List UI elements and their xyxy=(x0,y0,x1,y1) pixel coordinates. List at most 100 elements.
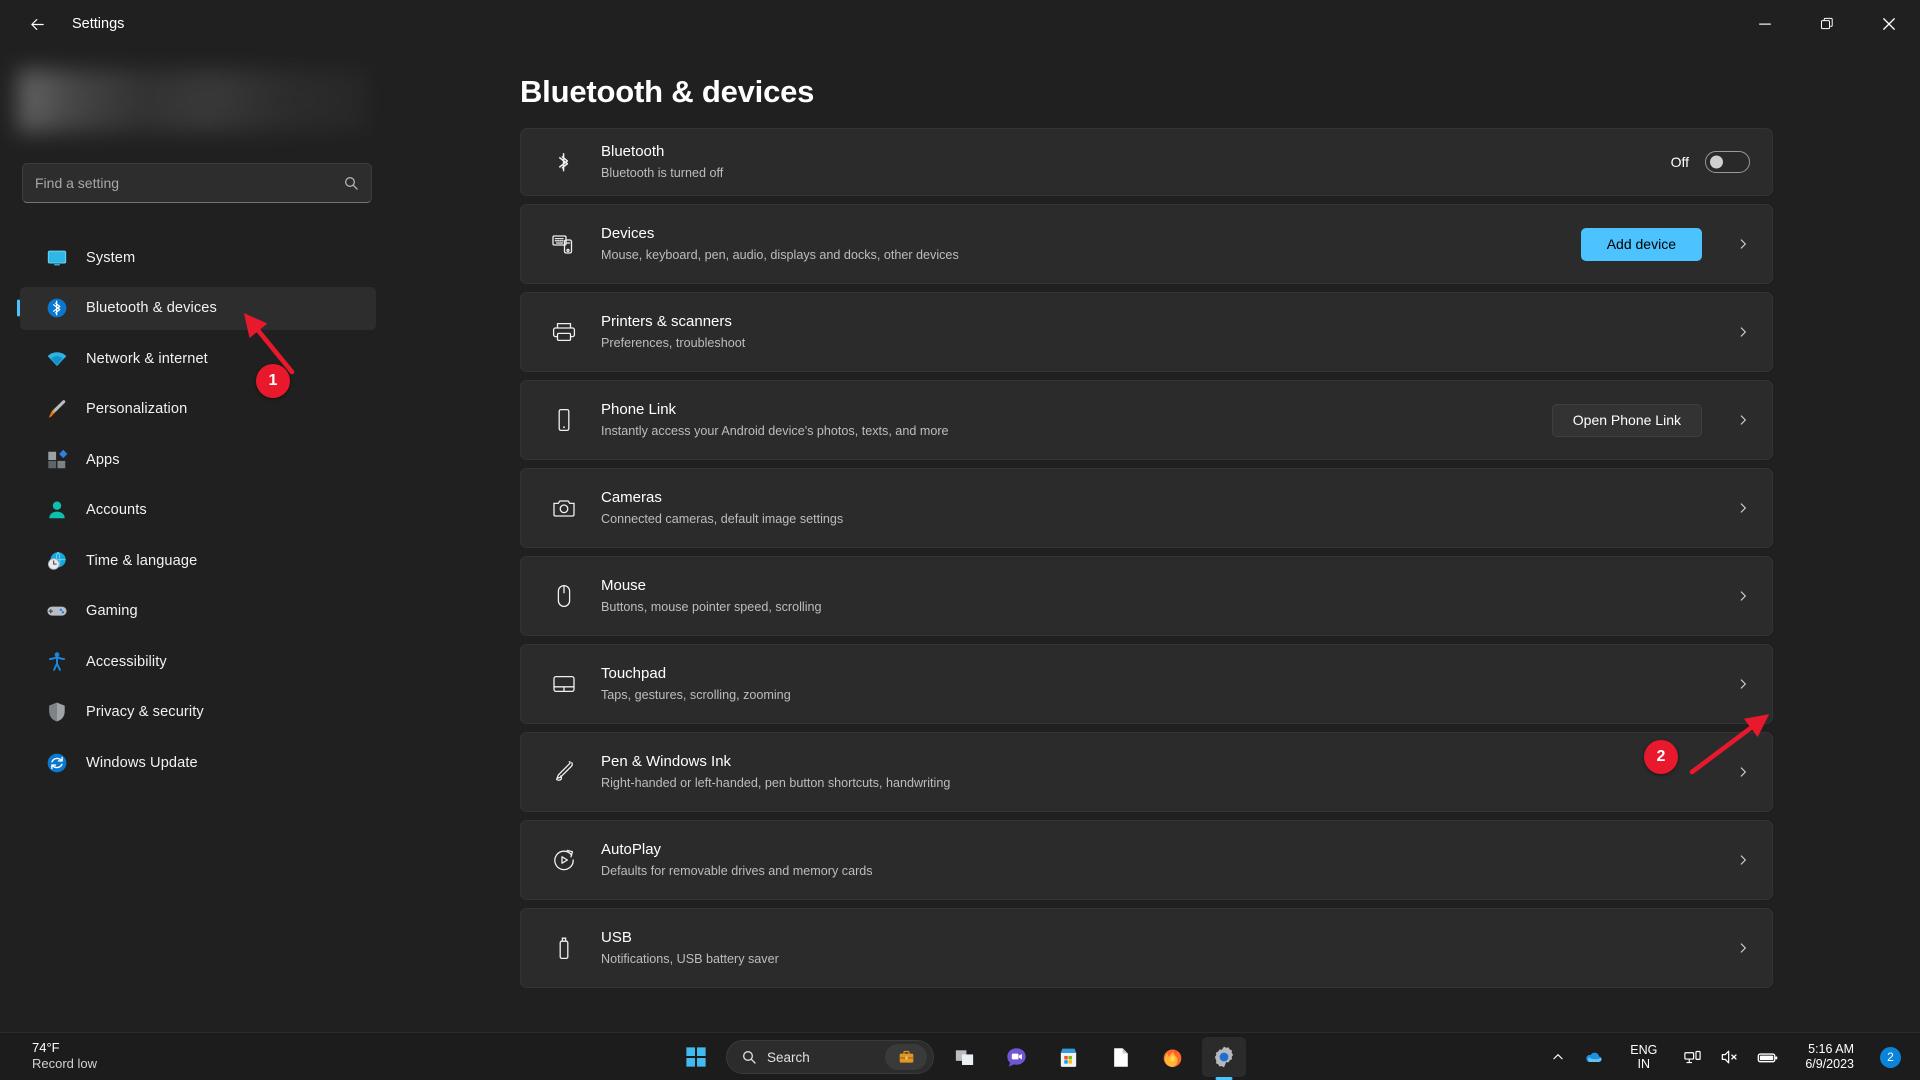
sidebar-item-accounts[interactable]: Accounts xyxy=(20,489,376,532)
notification-count-badge: 2 xyxy=(1880,1046,1901,1068)
weather-widget[interactable]: 74°F Record low xyxy=(32,1040,97,1073)
main-content: Bluetooth & devices Bluetooth Bluetooth … xyxy=(400,48,1920,1032)
row-title: Mouse xyxy=(601,577,647,595)
microsoft-store-icon xyxy=(1060,1048,1076,1067)
printer-icon xyxy=(543,319,585,345)
annotation-arrow-2 xyxy=(1689,714,1770,775)
chevron-right-icon[interactable] xyxy=(1716,325,1750,339)
sidebar-item-gaming[interactable]: Gaming xyxy=(20,590,376,633)
row-title: USB xyxy=(601,929,632,947)
taskbar-search-box[interactable]: Search xyxy=(726,1040,934,1074)
update-icon xyxy=(46,752,68,774)
taskbar-app-document[interactable] xyxy=(1098,1037,1142,1077)
sidebar-item-label: Bluetooth & devices xyxy=(86,300,217,316)
back-button[interactable] xyxy=(16,7,58,41)
chevron-right-icon[interactable] xyxy=(1716,413,1750,427)
touchpad-row-chevron[interactable] xyxy=(1716,677,1750,691)
row-subtitle: Taps, gestures, scrolling, zooming xyxy=(601,687,791,702)
minimize-icon xyxy=(1759,23,1771,25)
pen-windows-ink-row[interactable]: Pen & Windows Ink Right-handed or left-h… xyxy=(520,732,1773,812)
bluetooth-icon xyxy=(543,149,585,175)
sidebar-item-windows-update[interactable]: Windows Update xyxy=(20,741,376,784)
tray-expand-button[interactable] xyxy=(1544,1037,1572,1077)
phone-link-row[interactable]: Phone Link Instantly access your Android… xyxy=(520,380,1773,460)
sidebar-item-time-language[interactable]: Time & language xyxy=(20,539,376,582)
clock-button[interactable]: 5:16 AM 6/9/2023 xyxy=(1789,1037,1870,1077)
briefcase-icon[interactable] xyxy=(885,1044,927,1070)
system-tray: ENG IN 5:16 AM 6/9/2023 2 xyxy=(1544,1033,1908,1080)
bluetooth-toggle-group: Off xyxy=(1671,151,1750,173)
title-bar: Settings xyxy=(0,0,1920,48)
minimize-button[interactable] xyxy=(1734,0,1796,48)
bluetooth-toggle-switch[interactable] xyxy=(1705,151,1750,173)
settings-search-box[interactable] xyxy=(22,163,372,203)
taskbar-app-firefox[interactable] xyxy=(1150,1037,1194,1077)
row-title: Phone Link xyxy=(601,401,677,419)
mouse-icon xyxy=(543,583,585,609)
sidebar-item-personalization[interactable]: Personalization xyxy=(20,388,376,431)
onedrive-button[interactable] xyxy=(1575,1037,1611,1077)
toggle-knob xyxy=(1710,155,1723,169)
row-subtitle: Buttons, mouse pointer speed, scrolling xyxy=(601,599,822,614)
windows-logo-icon xyxy=(686,1047,706,1067)
cameras-row[interactable]: Cameras Connected cameras, default image… xyxy=(520,468,1773,548)
weather-temperature: 74°F xyxy=(32,1040,60,1055)
taskbar-app-teams-chat[interactable] xyxy=(994,1037,1038,1077)
maximize-button[interactable] xyxy=(1796,0,1858,48)
sidebar-item-accessibility[interactable]: Accessibility xyxy=(20,640,376,683)
add-device-button[interactable]: Add device xyxy=(1580,227,1702,261)
sidebar-item-apps[interactable]: Apps xyxy=(20,438,376,481)
close-button[interactable] xyxy=(1858,0,1920,48)
account-icon xyxy=(46,499,68,521)
language-indicator[interactable]: ENG IN xyxy=(1614,1037,1673,1077)
bluetooth-toggle-row: Bluetooth Bluetooth is turned off Off xyxy=(520,128,1773,196)
row-subtitle: Preferences, troubleshoot xyxy=(601,335,746,350)
row-title: Printers & scanners xyxy=(601,313,732,331)
search-icon xyxy=(743,1051,756,1064)
touchpad-row[interactable]: Touchpad Taps, gestures, scrolling, zoom… xyxy=(520,644,1773,724)
sidebar-item-system[interactable]: System xyxy=(20,236,376,279)
row-subtitle: Instantly access your Android device's p… xyxy=(601,423,949,438)
sidebar-item-privacy-security[interactable]: Privacy & security xyxy=(20,691,376,734)
bluetooth-text: Bluetooth Bluetooth is turned off xyxy=(601,142,1671,182)
network-button[interactable] xyxy=(1676,1037,1709,1077)
chevron-right-icon[interactable] xyxy=(1716,501,1750,515)
start-button[interactable] xyxy=(674,1037,718,1077)
sidebar-item-label: Gaming xyxy=(86,603,138,619)
row-subtitle: Notifications, USB battery saver xyxy=(601,951,779,966)
taskbar-app-microsoft-store[interactable] xyxy=(1046,1037,1090,1077)
battery-button[interactable] xyxy=(1749,1037,1786,1077)
teams-chat-icon xyxy=(1006,1047,1026,1067)
row-title: AutoPlay xyxy=(601,841,662,859)
settings-window: Settings Find a setting System Bluetooth… xyxy=(0,0,1920,1080)
battery-icon xyxy=(1757,1052,1778,1062)
volume-button[interactable] xyxy=(1712,1037,1746,1077)
chevron-right-icon[interactable] xyxy=(1716,853,1750,867)
autoplay-row[interactable]: AutoPlay Defaults for removable drives a… xyxy=(520,820,1773,900)
taskbar-app-file-explorer[interactable] xyxy=(942,1037,986,1077)
sidebar-item-label: Windows Update xyxy=(86,754,198,771)
cameras-text: Cameras Connected cameras, default image… xyxy=(601,488,1702,528)
printers-scanners-row[interactable]: Printers & scanners Preferences, trouble… xyxy=(520,292,1773,372)
notification-center-button[interactable]: 2 xyxy=(1873,1037,1908,1077)
firefox-icon xyxy=(1163,1048,1181,1067)
sidebar-item-label: Apps xyxy=(86,451,120,468)
taskbar-app-settings[interactable] xyxy=(1202,1037,1246,1077)
search-input[interactable] xyxy=(35,175,343,191)
gamepad-icon xyxy=(46,600,68,622)
open-phone-link-button[interactable]: Open Phone Link xyxy=(1551,403,1702,437)
chevron-right-icon[interactable] xyxy=(1716,237,1750,251)
annotation-badge-1: 1 xyxy=(256,364,290,398)
devices-row[interactable]: Devices Mouse, keyboard, pen, audio, dis… xyxy=(520,204,1773,284)
sidebar-item-label: Privacy & security xyxy=(86,704,204,720)
taskbar-center: Search xyxy=(674,1033,1246,1080)
usb-row[interactable]: USB Notifications, USB battery saver xyxy=(520,908,1773,988)
chevron-right-icon[interactable] xyxy=(1716,589,1750,603)
page-title: Bluetooth & devices xyxy=(520,74,815,109)
row-title: Bluetooth xyxy=(601,143,665,161)
chevron-right-icon[interactable] xyxy=(1716,941,1750,955)
mouse-row[interactable]: Mouse Buttons, mouse pointer speed, scro… xyxy=(520,556,1773,636)
chevron-up-icon xyxy=(1553,1054,1563,1060)
search-icon xyxy=(345,177,358,190)
sidebar: System Bluetooth & devices xyxy=(0,48,400,1032)
